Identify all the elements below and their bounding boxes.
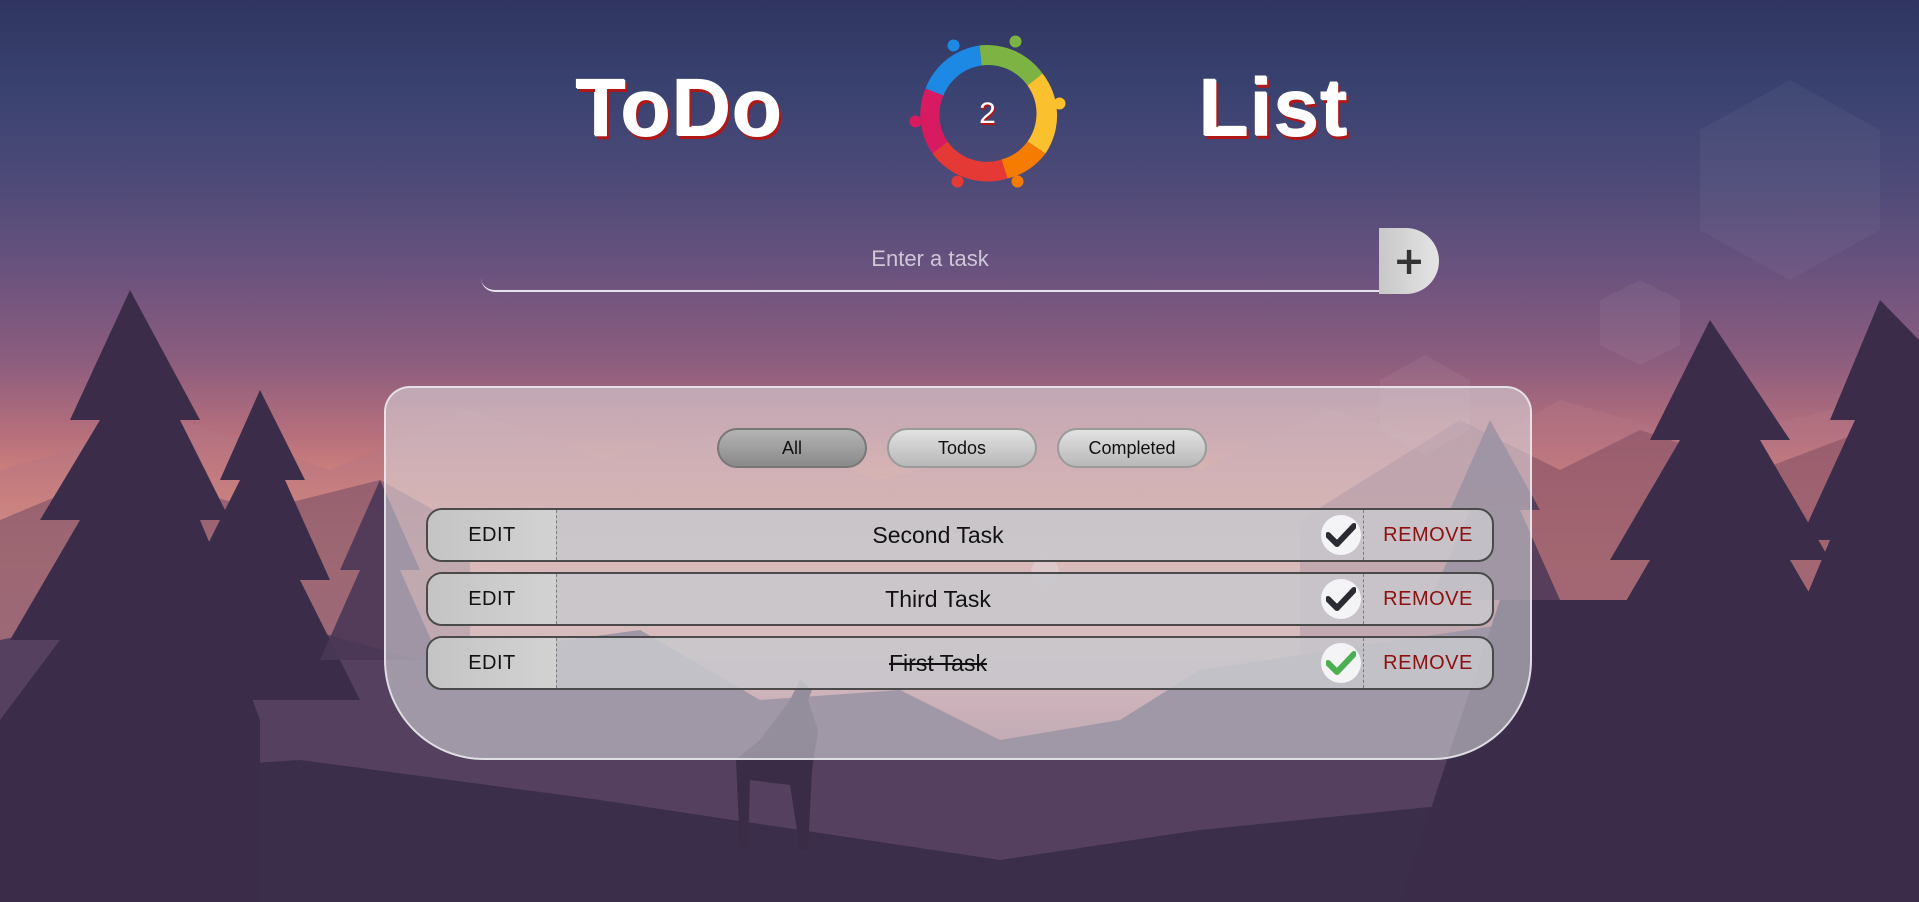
filter-bar: All Todos Completed [386,428,1530,468]
complete-toggle[interactable] [1319,574,1363,624]
remove-button[interactable]: REMOVE [1363,510,1492,560]
complete-toggle[interactable] [1319,638,1363,688]
task-input[interactable] [481,228,1379,292]
check-icon [1321,579,1361,619]
edit-button[interactable]: EDIT [428,510,557,560]
task-row: EDIT Third Task REMOVE [426,572,1494,626]
app-background: ToDo 2 List + [0,0,1919,902]
todo-count: 2 [979,97,996,130]
add-task-button[interactable]: + [1379,228,1439,294]
task-row: EDIT Second Task REMOVE [426,508,1494,562]
task-list: EDIT Second Task REMOVE EDIT Third Task [426,508,1494,700]
task-text: Second Task [872,522,1004,548]
filter-todos-button[interactable]: Todos [887,428,1037,468]
add-task-form: + [481,228,1439,294]
check-icon [1321,515,1361,555]
task-text-completed: First Task [889,650,987,676]
filter-all-button[interactable]: All [717,428,867,468]
edit-button[interactable]: EDIT [428,638,557,688]
task-row: EDIT First Task REMOVE [426,636,1494,690]
plus-icon: + [1393,239,1425,283]
edit-button[interactable]: EDIT [428,574,557,624]
remove-button[interactable]: REMOVE [1363,638,1492,688]
title-list: List [1199,63,1349,154]
complete-toggle[interactable] [1319,510,1363,560]
check-icon [1321,643,1361,683]
task-text: Third Task [885,586,991,612]
title-todo: ToDo [576,63,784,154]
task-panel: All Todos Completed EDIT Second Task REM… [384,386,1532,760]
team-circle-logo: 2 [900,26,1075,201]
filter-completed-button[interactable]: Completed [1057,428,1207,468]
remove-button[interactable]: REMOVE [1363,574,1492,624]
